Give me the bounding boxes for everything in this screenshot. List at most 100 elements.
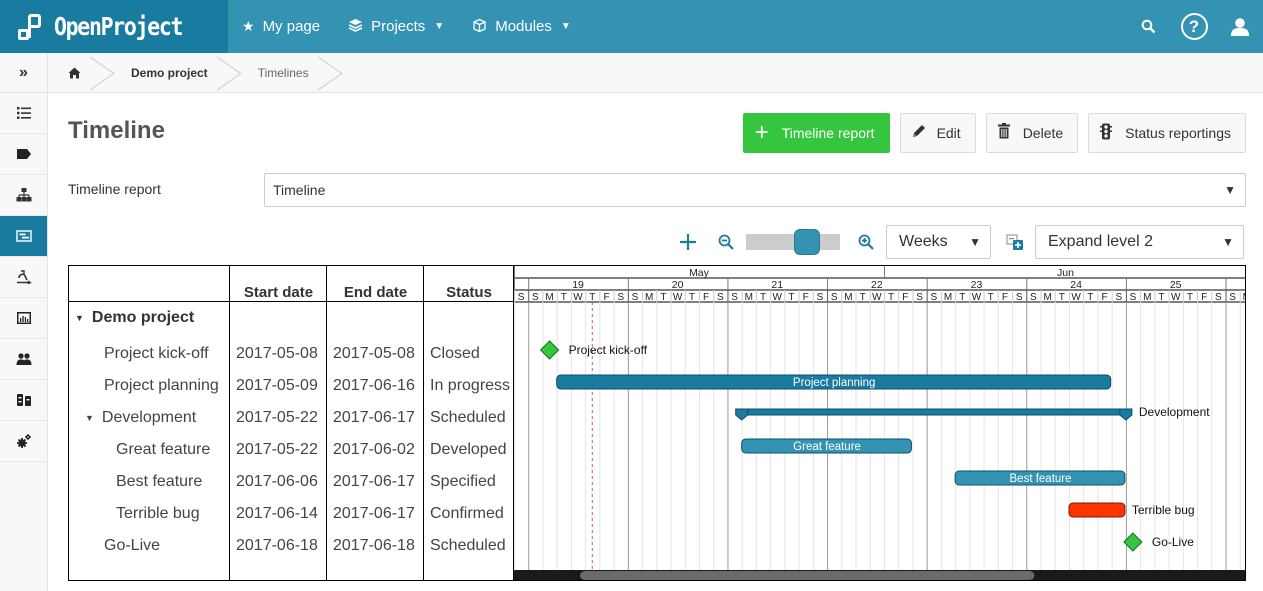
week-label: 25 — [1170, 279, 1182, 291]
table-row[interactable]: Go-Live 2017-06-18 2017-06-18 Scheduled — [69, 530, 513, 562]
column-header-start-date[interactable]: Start date — [230, 266, 327, 302]
month-label: May — [689, 267, 710, 279]
day-letter: T — [561, 292, 567, 303]
nav-modules[interactable]: Modules ▼ — [458, 0, 585, 53]
row-name[interactable]: Terrible bug — [116, 498, 200, 530]
day-letter: F — [703, 292, 709, 303]
table-row[interactable]: ▼ Development 2017-05-22 2017-06-17 Schedule… — [69, 402, 513, 434]
sidebar-item-timelines[interactable] — [0, 216, 47, 257]
zoom-slider[interactable] — [746, 229, 840, 255]
day-letter: F — [1201, 292, 1207, 303]
row-status: Closed — [430, 345, 480, 362]
nav-projects[interactable]: Projects ▼ — [334, 0, 458, 53]
day-letter: M — [1143, 292, 1151, 303]
day-letter: T — [689, 292, 695, 303]
logo-text: OpenProject — [54, 12, 183, 41]
day-letter: M — [944, 292, 952, 303]
sidebar-item-reports[interactable] — [0, 298, 47, 339]
sidebar-item-versions[interactable] — [0, 134, 47, 175]
table-row[interactable]: Best feature 2017-06-06 2017-06-17 Specifie… — [69, 466, 513, 498]
table-row[interactable]: Project kick-off 2017-05-08 2017-05-08 Clos… — [69, 338, 513, 370]
sidebar-item-settings[interactable] — [0, 421, 47, 462]
table-row[interactable]: Terrible bug 2017-06-14 2017-06-17 Confirme… — [69, 498, 513, 530]
day-letter: S — [1229, 292, 1236, 303]
horizontal-scrollbar-thumb[interactable] — [579, 571, 1035, 580]
breadcrumb-demo-project[interactable]: Demo project — [103, 53, 230, 93]
sidebar-item-hierarchy[interactable] — [0, 175, 47, 216]
row-end: 2017-05-08 — [333, 345, 415, 362]
collapse-triangle-icon[interactable]: ▼ — [85, 413, 94, 423]
edit-button[interactable]: Edit — [899, 113, 976, 153]
row-status: Confirmed — [430, 505, 504, 522]
row-name[interactable]: Project kick-off — [104, 338, 209, 370]
status-reportings-button[interactable]: Status reportings — [1088, 113, 1246, 153]
table-row[interactable]: Great feature 2017-05-22 2017-06-02 Develop… — [69, 434, 513, 466]
day-letter: F — [1101, 292, 1107, 303]
new-timeline-report-button[interactable]: + Timeline report — [742, 113, 890, 153]
expand-level-select[interactable]: Expand level 2 ▼ — [1035, 225, 1244, 259]
day-letter: M — [545, 292, 553, 303]
row-name-text: Best feature — [116, 473, 203, 490]
sidebar-toggle-button[interactable]: » — [0, 53, 48, 93]
delete-label: Delete — [1022, 125, 1064, 141]
row-status: Developed — [430, 441, 507, 458]
phase-end-marker — [1119, 408, 1133, 421]
bar-label: Project planning — [793, 377, 875, 389]
user-icon[interactable] — [1217, 0, 1263, 53]
gantt-bar[interactable] — [1068, 502, 1126, 518]
row-name[interactable]: Go-Live — [104, 530, 160, 562]
column-header-status[interactable]: Status — [424, 266, 514, 302]
day-letter: S — [817, 292, 824, 303]
row-name-text: Terrible bug — [116, 505, 200, 522]
day-letter: W — [972, 292, 982, 303]
zoom-out-button[interactable] — [714, 234, 738, 250]
add-element-button[interactable] — [676, 233, 700, 251]
row-end: 2017-06-17 — [333, 473, 415, 490]
gears-icon — [16, 434, 31, 448]
bar-label: Best feature — [1010, 473, 1072, 485]
table-header: Start date End date Status — [69, 266, 513, 302]
day-letter: W — [1071, 292, 1081, 303]
search-icon[interactable] — [1125, 0, 1171, 53]
row-name[interactable]: ▼ Development — [85, 402, 196, 434]
phase-bar[interactable] — [741, 408, 1127, 416]
help-glyph: ? — [1188, 16, 1200, 36]
table-row[interactable]: ▼ Demo project — [69, 302, 513, 334]
cube-icon — [472, 18, 487, 36]
zoom-in-button[interactable] — [854, 234, 878, 250]
row-name[interactable]: Project planning — [104, 370, 219, 402]
day-letter: T — [1187, 292, 1193, 303]
nav-my-page[interactable]: ★ My page — [228, 0, 334, 53]
day-letter: M — [645, 292, 653, 303]
help-button[interactable]: ? — [1171, 0, 1217, 53]
row-start: 2017-05-22 — [236, 409, 318, 426]
timeline-report-select[interactable]: Timeline ▼ — [264, 173, 1246, 207]
sidebar-item-members[interactable] — [0, 339, 47, 380]
sidebar-item-modules[interactable] — [0, 380, 47, 421]
column-header-end-date[interactable]: End date — [327, 266, 424, 302]
row-name-text: Go-Live — [104, 537, 161, 554]
bar-label: Great feature — [793, 441, 861, 453]
sidebar-item-work-packages[interactable] — [0, 93, 47, 134]
row-name[interactable]: Great feature — [116, 434, 210, 466]
milestone-label: Go-Live — [1152, 535, 1194, 549]
day-letter: F — [603, 292, 609, 303]
nav-modules-label: Modules — [495, 18, 552, 35]
breadcrumb-timelines[interactable]: Timelines — [230, 53, 331, 93]
zoom-slider-thumb[interactable] — [793, 229, 820, 255]
outline-button[interactable] — [1003, 233, 1027, 251]
row-name[interactable]: ▼ Demo project — [75, 302, 194, 334]
nav-projects-label: Projects — [371, 18, 426, 35]
row-name-text: Demo project — [91, 309, 195, 326]
logo[interactable]: OpenProject — [0, 0, 228, 53]
row-name[interactable]: Best feature — [116, 466, 202, 498]
day-letter: W — [773, 292, 783, 303]
day-letter: T — [1158, 292, 1164, 303]
day-letter: F — [803, 292, 809, 303]
scale-select[interactable]: Weeks ▼ — [886, 225, 991, 259]
table-row[interactable]: Project planning 2017-05-09 2017-06-16 In p… — [69, 370, 513, 402]
delete-button[interactable]: Delete — [985, 113, 1079, 153]
breadcrumb-home[interactable] — [48, 53, 103, 93]
sidebar-item-activity[interactable] — [0, 257, 47, 298]
collapse-triangle-icon[interactable]: ▼ — [75, 313, 84, 323]
